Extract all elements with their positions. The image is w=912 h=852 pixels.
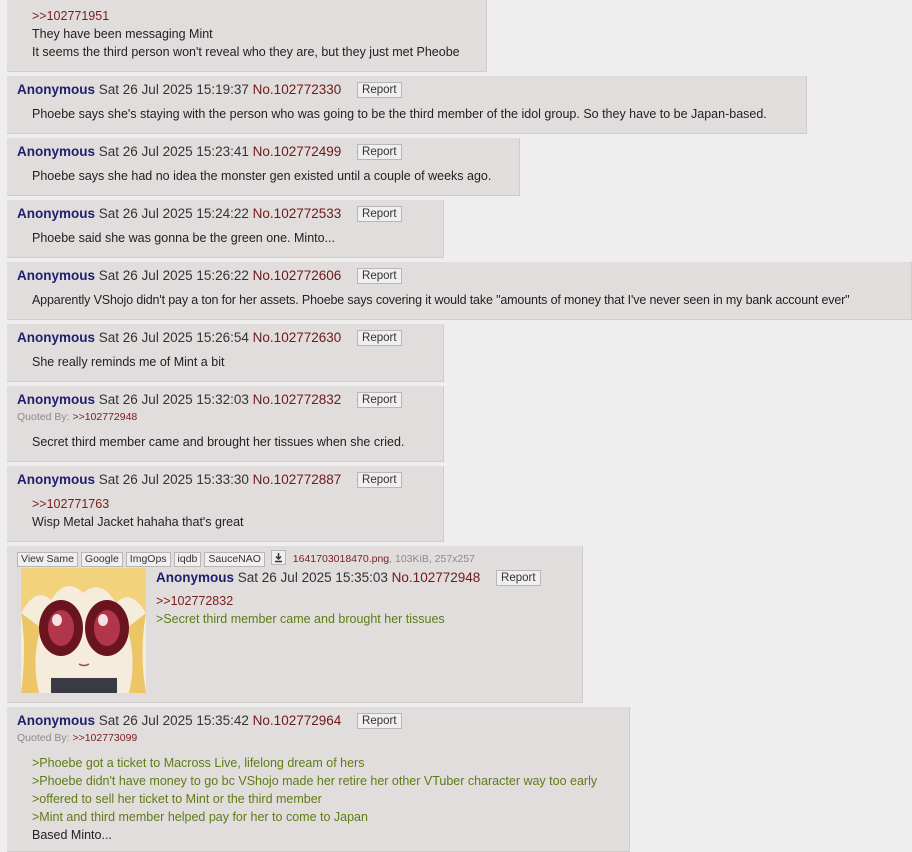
post-reply-with-image: View Same Google ImgOps iqdb SauceNAO 164170… — [7, 546, 583, 703]
quote-link[interactable]: >>102771951 — [32, 7, 460, 25]
post-message: Apparently VShojo didn't pay a ton for h… — [32, 291, 850, 309]
quoted-by-label: Quoted By: — [17, 411, 70, 423]
quoted-by-label: Quoted By: — [17, 732, 70, 744]
poster-name: Anonymous — [17, 330, 96, 345]
post-header: Anonymous Sat 26 Jul 2025 15:26:54 No.10… — [17, 329, 402, 347]
post-header: Anonymous Sat 26 Jul 2025 15:24:22 No.10… — [17, 205, 402, 223]
post-message: Phoebe says she had no idea the monster … — [32, 167, 491, 185]
poster-name: Anonymous — [17, 206, 96, 221]
message-line: She really reminds me of Mint a bit — [32, 355, 225, 369]
message-line: Apparently VShojo didn't pay a ton for h… — [32, 293, 850, 307]
post-header: Anonymous Sat 26 Jul 2025 15:26:22 No.10… — [17, 267, 402, 285]
view-same-button[interactable]: View Same — [17, 552, 78, 567]
post-date: Sat 26 Jul 2025 15:19:37 — [98, 82, 249, 97]
greentext-line: >Phoebe got a ticket to Macross Live, li… — [32, 756, 365, 770]
imgops-button[interactable]: ImgOps — [125, 552, 171, 567]
file-info: , 103KiB, 257x257 — [389, 553, 475, 565]
post-reply: Anonymous Sat 26 Jul 2025 15:33:30 No.10… — [7, 466, 444, 542]
post-number-link[interactable]: No.102772887 — [253, 472, 342, 487]
saucenao-button[interactable]: SauceNAO — [204, 552, 265, 567]
post-reply: Anonymous Sat 26 Jul 2025 15:32:03 No.10… — [7, 386, 444, 462]
message-line: Phoebe said she was gonna be the green o… — [32, 231, 335, 245]
post-date: Sat 26 Jul 2025 15:24:22 — [98, 206, 249, 221]
post-date: Sat 26 Jul 2025 15:35:03 — [237, 570, 388, 585]
poster-name: Anonymous — [17, 268, 96, 283]
post-reply: Anonymous Sat 26 Jul 2025 15:35:42 No.10… — [7, 707, 630, 852]
message-line: Wisp Metal Jacket hahaha that's great — [32, 515, 244, 529]
post-message: >>102771951 They have been messaging Min… — [32, 7, 460, 61]
post-date: Sat 26 Jul 2025 15:23:41 — [98, 144, 249, 159]
poster-name: Anonymous — [17, 144, 96, 159]
post-message: Phoebe said she was gonna be the green o… — [32, 229, 335, 247]
file-name-link[interactable]: 1641703018470.png — [293, 553, 389, 565]
google-button[interactable]: Google — [80, 552, 123, 567]
post-number-link[interactable]: No.102772606 — [253, 268, 342, 283]
post-number-link[interactable]: No.102772630 — [253, 330, 342, 345]
quoted-by: Quoted By: >>102772948 — [17, 411, 137, 423]
post-number-link[interactable]: No.102772499 — [253, 144, 342, 159]
post-date: Sat 26 Jul 2025 15:33:30 — [98, 472, 249, 487]
message-line: Secret third member came and brought her… — [32, 435, 405, 449]
report-button[interactable]: Report — [496, 570, 541, 586]
poster-name: Anonymous — [156, 570, 235, 585]
poster-name: Anonymous — [17, 472, 96, 487]
post-reply: Anonymous Sat 26 Jul 2025 15:26:22 No.10… — [7, 262, 912, 320]
iqdb-button[interactable]: iqdb — [173, 552, 202, 567]
image-search-toolbar: View Same Google ImgOps iqdb SauceNAO 164170… — [17, 550, 475, 567]
report-button[interactable]: Report — [357, 82, 402, 98]
post-reply: >>102771951 They have been messaging Min… — [7, 0, 487, 72]
post-header: Anonymous Sat 26 Jul 2025 15:35:03 No.10… — [156, 569, 541, 587]
post-date: Sat 26 Jul 2025 15:35:42 — [98, 713, 249, 728]
post-date: Sat 26 Jul 2025 15:32:03 — [98, 392, 249, 407]
post-header: Anonymous Sat 26 Jul 2025 15:33:30 No.10… — [17, 471, 402, 489]
post-reply: Anonymous Sat 26 Jul 2025 15:19:37 No.10… — [7, 76, 807, 134]
post-date: Sat 26 Jul 2025 15:26:22 — [98, 268, 249, 283]
greentext-line: >Phoebe didn't have money to go bc VShoj… — [32, 774, 598, 788]
post-reply: Anonymous Sat 26 Jul 2025 15:26:54 No.10… — [7, 324, 444, 382]
message-line: They have been messaging Mint — [32, 27, 213, 41]
quoted-by: Quoted By: >>102773099 — [17, 732, 137, 744]
post-header: Anonymous Sat 26 Jul 2025 15:23:41 No.10… — [17, 143, 402, 161]
message-line: Phoebe says she had no idea the monster … — [32, 169, 492, 183]
post-message: Phoebe says she's staying with the perso… — [32, 105, 767, 123]
post-message: She really reminds me of Mint a bit — [32, 353, 224, 371]
post-number-link[interactable]: No.102772832 — [253, 392, 342, 407]
message-line: Phoebe says she's staying with the perso… — [32, 107, 767, 121]
post-number-link[interactable]: No.102772964 — [253, 713, 342, 728]
post-header: Anonymous Sat 26 Jul 2025 15:32:03 No.10… — [17, 391, 402, 409]
poster-name: Anonymous — [17, 82, 96, 97]
report-button[interactable]: Report — [357, 144, 402, 160]
report-button[interactable]: Report — [357, 206, 402, 222]
message-line: It seems the third person won't reveal w… — [32, 45, 460, 59]
greentext-line: >Mint and third member helped pay for he… — [32, 810, 368, 824]
post-reply: Anonymous Sat 26 Jul 2025 15:24:22 No.10… — [7, 200, 444, 258]
report-button[interactable]: Report — [357, 330, 402, 346]
post-message: >Phoebe got a ticket to Macross Live, li… — [32, 754, 597, 844]
post-date: Sat 26 Jul 2025 15:26:54 — [98, 330, 249, 345]
backlink[interactable]: >>102772948 — [72, 411, 137, 423]
post-number-link[interactable]: No.102772948 — [392, 570, 481, 585]
backlink[interactable]: >>102773099 — [72, 732, 137, 744]
report-button[interactable]: Report — [357, 472, 402, 488]
poster-name: Anonymous — [17, 713, 96, 728]
report-button[interactable]: Report — [357, 713, 402, 729]
post-header: Anonymous Sat 26 Jul 2025 15:19:37 No.10… — [17, 81, 402, 99]
report-button[interactable]: Report — [357, 392, 402, 408]
poster-name: Anonymous — [17, 392, 96, 407]
greentext-line: >Secret third member came and brought he… — [156, 612, 445, 626]
quote-link[interactable]: >>102772832 — [156, 592, 445, 610]
post-message: Secret third member came and brought her… — [32, 433, 404, 451]
post-message: >>102771763 Wisp Metal Jacket hahaha tha… — [32, 495, 244, 531]
post-header: Anonymous Sat 26 Jul 2025 15:35:42 No.10… — [17, 712, 402, 730]
post-image-thumbnail[interactable] — [21, 568, 146, 693]
message-line: Based Minto... — [32, 828, 112, 842]
post-reply: Anonymous Sat 26 Jul 2025 15:23:41 No.10… — [7, 138, 520, 196]
report-button[interactable]: Report — [357, 268, 402, 284]
download-icon[interactable] — [270, 550, 286, 565]
quote-link[interactable]: >>102771763 — [32, 495, 244, 513]
post-message: >>102772832 >Secret third member came an… — [156, 592, 445, 628]
post-number-link[interactable]: No.102772330 — [253, 82, 342, 97]
greentext-line: >offered to sell her ticket to Mint or t… — [32, 792, 322, 806]
post-number-link[interactable]: No.102772533 — [253, 206, 342, 221]
